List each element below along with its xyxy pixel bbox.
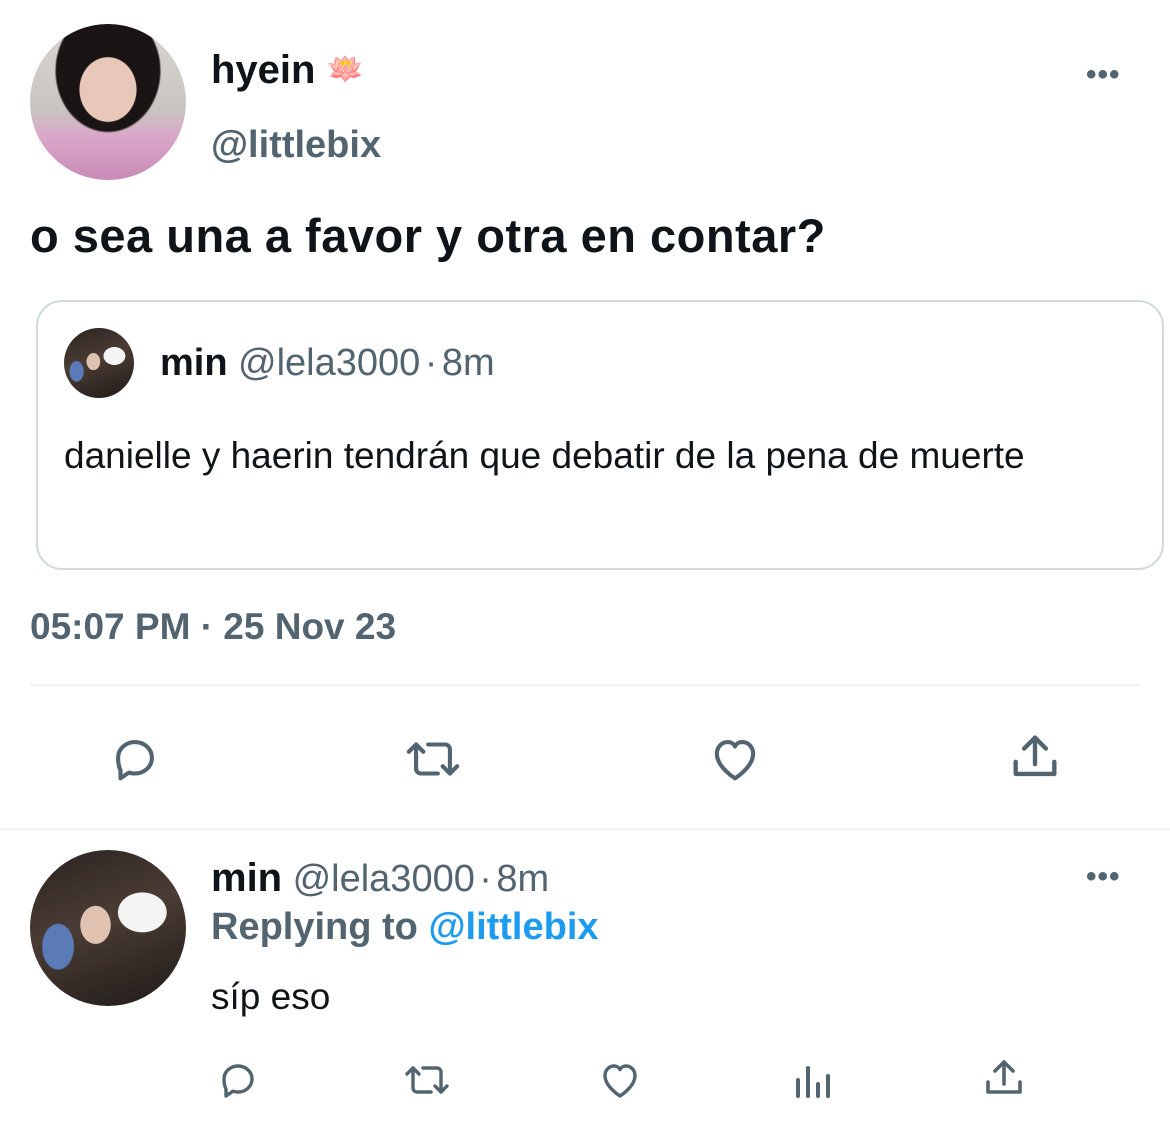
reply-analytics-button[interactable] <box>790 1056 834 1104</box>
like-icon <box>603 1064 637 1098</box>
replying-to-link[interactable]: @littlebix <box>428 906 598 948</box>
quoted-tweet-card[interactable]: min @lela3000 · 8m danielle y haerin ten… <box>36 300 1164 570</box>
quoted-text: danielle y haerin tendrán que debatir de… <box>64 435 1025 476</box>
author-name-text: hyein <box>211 48 316 92</box>
meta-separator: · <box>479 858 492 900</box>
replying-to-line: Replying to @littlebix <box>211 906 599 949</box>
retweet-icon <box>405 1066 449 1094</box>
reply-author-handle[interactable]: @lela3000 <box>293 858 475 900</box>
reply-text: síp eso <box>211 976 331 1017</box>
section-divider <box>0 828 1170 830</box>
reply-icon <box>222 1064 254 1098</box>
tweet-timestamp[interactable]: 05:07 PM · 25 Nov 23 <box>30 606 396 648</box>
reply-age: 8m <box>496 858 550 900</box>
meta-separator: · <box>424 342 438 384</box>
replying-to-prefix: Replying to <box>211 906 418 948</box>
quoted-author-name: min <box>160 342 228 384</box>
like-button[interactable] <box>706 730 764 788</box>
author-handle[interactable]: @littlebix <box>211 124 381 167</box>
reply-like-button[interactable] <box>596 1056 644 1104</box>
reply-author-avatar[interactable] <box>30 850 186 1006</box>
reply-more-options-button[interactable]: ••• <box>1086 860 1121 894</box>
reply-header: min @lela3000 · 8m <box>211 856 549 901</box>
quoted-author-avatar <box>64 328 134 398</box>
analytics-icon <box>796 1066 830 1098</box>
reply-icon <box>116 740 154 781</box>
quoted-header: min @lela3000 · 8m <box>160 342 495 385</box>
reply-author-name[interactable]: min <box>211 856 282 900</box>
share-button[interactable] <box>1006 728 1064 786</box>
author-avatar[interactable] <box>30 24 186 180</box>
reply-retweet-button[interactable] <box>400 1056 454 1104</box>
reply-button[interactable] <box>106 730 164 788</box>
quoted-age: 8m <box>441 342 495 384</box>
share-icon <box>1013 735 1057 777</box>
like-icon <box>714 740 756 781</box>
divider <box>30 684 1140 686</box>
reply-share-button[interactable] <box>980 1054 1028 1102</box>
retweet-icon <box>406 742 460 776</box>
retweet-button[interactable] <box>401 730 465 788</box>
reply-reply-button[interactable] <box>214 1056 262 1104</box>
more-options-button[interactable]: ••• <box>1086 58 1121 92</box>
lotus-emoji: 🪷 <box>326 53 364 86</box>
author-name[interactable]: hyein 🪷 <box>211 48 364 93</box>
tweet-text: o sea una a favor y otra en contar? <box>30 209 826 262</box>
quoted-author-handle: @lela3000 <box>238 342 421 384</box>
share-icon <box>986 1060 1022 1094</box>
